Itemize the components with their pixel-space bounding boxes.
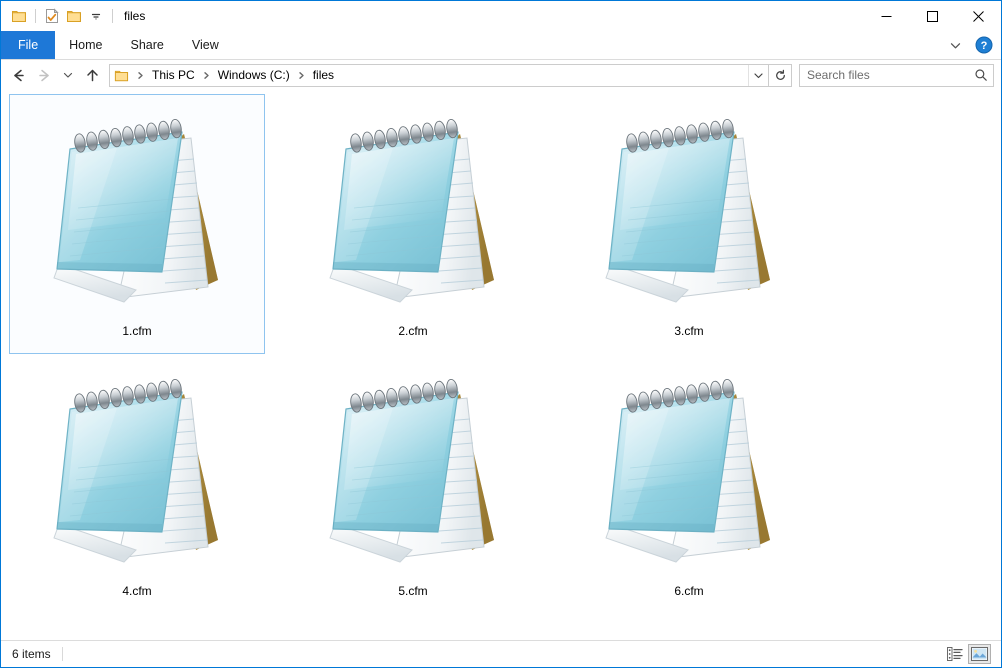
breadcrumb-item-windows-c[interactable]: Windows (C:) xyxy=(215,68,293,82)
svg-text:?: ? xyxy=(981,40,988,52)
folder-icon[interactable] xyxy=(8,5,30,27)
ribbon-tab-bar: File Home Share View ? xyxy=(1,31,1001,60)
chevron-down-icon[interactable] xyxy=(748,64,768,86)
notepad-file-icon xyxy=(22,107,252,322)
file-label: 2.cfm xyxy=(398,324,428,338)
close-button[interactable] xyxy=(955,1,1001,31)
address-bar: This PC Windows (C:) files xyxy=(1,60,1001,90)
file-label: 6.cfm xyxy=(674,584,704,598)
view-toggle-group xyxy=(943,644,997,664)
large-icons-view-button[interactable] xyxy=(968,644,991,664)
toolbar-divider-2 xyxy=(112,9,113,23)
folder-icon[interactable] xyxy=(110,68,132,83)
tab-view[interactable]: View xyxy=(178,31,233,59)
notepad-file-icon xyxy=(298,367,528,582)
search-icon[interactable] xyxy=(969,68,993,82)
file-list-area[interactable]: 1.cfm 2.cfm 3.cfm 4.cfm 5.cfm 6.cfm xyxy=(1,90,1001,640)
breadcrumb-item-this-pc[interactable]: This PC xyxy=(149,68,198,82)
breadcrumb[interactable]: This PC Windows (C:) files xyxy=(109,63,769,87)
chevron-down-icon[interactable] xyxy=(944,34,966,56)
explorer-window: files File Home Share View ? This PC Win… xyxy=(0,0,1002,668)
notepad-file-icon xyxy=(574,107,804,322)
notepad-file-icon xyxy=(574,367,804,582)
new-folder-icon[interactable] xyxy=(63,5,85,27)
quick-access-toolbar: files xyxy=(1,1,145,31)
file-item[interactable]: 2.cfm xyxy=(285,94,541,354)
tab-share[interactable]: Share xyxy=(117,31,178,59)
ribbon-right-controls: ? xyxy=(944,31,1001,59)
properties-icon[interactable] xyxy=(41,5,63,27)
back-arrow-icon[interactable] xyxy=(5,62,31,88)
file-item[interactable]: 1.cfm xyxy=(9,94,265,354)
notepad-file-icon xyxy=(298,107,528,322)
refresh-icon[interactable] xyxy=(769,63,792,87)
file-item[interactable]: 6.cfm xyxy=(561,354,817,614)
file-label: 1.cfm xyxy=(122,324,152,338)
search-box[interactable] xyxy=(799,63,994,87)
status-bar: 6 items xyxy=(1,640,1001,667)
breadcrumb-separator[interactable] xyxy=(198,71,215,80)
file-label: 5.cfm xyxy=(398,584,428,598)
up-arrow-icon[interactable] xyxy=(79,62,105,88)
window-controls xyxy=(863,1,1001,31)
file-item[interactable]: 4.cfm xyxy=(9,354,265,614)
tab-home[interactable]: Home xyxy=(55,31,116,59)
file-grid: 1.cfm 2.cfm 3.cfm 4.cfm 5.cfm 6.cfm xyxy=(9,94,1001,614)
forward-arrow-icon xyxy=(31,62,57,88)
toolbar-divider xyxy=(35,9,36,23)
file-label: 4.cfm xyxy=(122,584,152,598)
maximize-button[interactable] xyxy=(909,1,955,31)
notepad-file-icon xyxy=(22,367,252,582)
status-divider xyxy=(61,647,63,661)
file-item[interactable]: 3.cfm xyxy=(561,94,817,354)
file-label: 3.cfm xyxy=(674,324,704,338)
window-title: files xyxy=(124,9,146,23)
minimize-button[interactable] xyxy=(863,1,909,31)
chevron-down-icon[interactable] xyxy=(85,5,107,27)
breadcrumb-separator[interactable] xyxy=(293,71,310,80)
search-input[interactable] xyxy=(800,68,969,82)
breadcrumb-separator[interactable] xyxy=(132,71,149,80)
details-view-button[interactable] xyxy=(943,644,966,664)
tab-file[interactable]: File xyxy=(1,31,56,59)
help-icon[interactable]: ? xyxy=(974,35,994,55)
breadcrumb-item-files[interactable]: files xyxy=(310,68,337,82)
recent-locations-icon[interactable] xyxy=(57,62,79,88)
item-count: 6 items xyxy=(12,647,51,661)
file-item[interactable]: 5.cfm xyxy=(285,354,541,614)
title-bar: files xyxy=(1,1,1001,31)
